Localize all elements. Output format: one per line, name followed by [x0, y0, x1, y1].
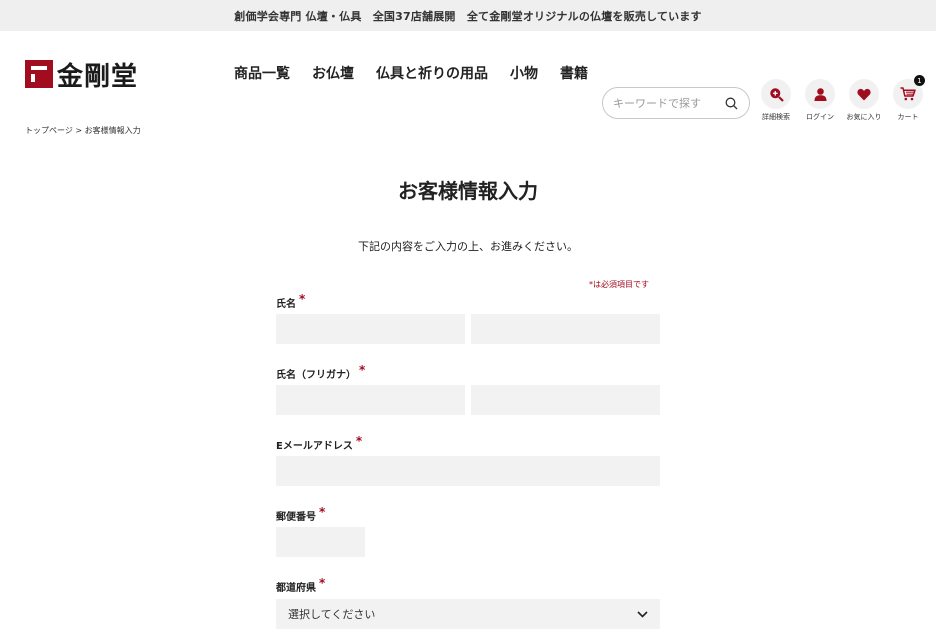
breadcrumb-home-link[interactable]: トップページ [25, 126, 73, 135]
login-label: ログイン [806, 113, 834, 121]
zip-label: 郵便番号 [276, 512, 316, 523]
search-icon[interactable] [723, 95, 739, 111]
name-field-group: 氏名 * [276, 292, 306, 310]
prefecture-select[interactable]: 選択してください [276, 599, 660, 629]
pref-label-row: 都道府県 * [276, 576, 326, 594]
nav-item-accessories[interactable]: 小物 [510, 63, 538, 83]
first-name-kana-input[interactable] [471, 385, 660, 415]
login-button[interactable]: ログイン [802, 79, 838, 122]
first-name-input[interactable] [471, 314, 660, 344]
detail-search-label: 詳細検索 [762, 113, 790, 121]
global-nav: 商品一覧 お仏壇 仏具と祈りの用品 小物 書籍 [234, 63, 588, 83]
email-label-row: Eメールアドレス * [276, 434, 363, 452]
logo-mark-icon [25, 60, 53, 88]
intro-text: 下記の内容をご入力の上、お進みください。 [358, 240, 578, 253]
pref-field-group: 都道府県 * [276, 576, 326, 594]
nav-item-products[interactable]: 商品一覧 [234, 63, 290, 83]
zip-field-group: 郵便番号 * [276, 505, 326, 523]
site-header: 金剛堂 商品一覧 お仏壇 仏具と祈りの用品 小物 書籍 詳細検索 ログイン [0, 31, 936, 121]
email-field-group: Eメールアドレス * [276, 434, 363, 452]
required-mark: * [319, 505, 326, 519]
breadcrumb-separator: > [75, 126, 83, 135]
nav-item-butsudan[interactable]: お仏壇 [312, 63, 354, 83]
announcement-text: 創価学会専門 仏壇・仏具 全国37店舗展開 全て金剛堂オリジナルの仏壇を販売して… [234, 9, 702, 23]
favorites-label: お気に入り [846, 113, 882, 121]
breadcrumb-current: お客様情報入力 [84, 126, 141, 135]
detail-search-icon [761, 79, 791, 109]
cart-count-badge: 1 [914, 75, 925, 86]
nav-item-butsugu[interactable]: 仏具と祈りの用品 [376, 63, 488, 83]
kana-label-row: 氏名（フリガナ） * [276, 363, 366, 381]
search-input[interactable] [613, 96, 723, 110]
detail-search-button[interactable]: 詳細検索 [758, 79, 794, 122]
required-mark: * [319, 576, 326, 590]
name-label: 氏名 [276, 299, 296, 310]
announcement-bar: 創価学会専門 仏壇・仏具 全国37店舗展開 全て金剛堂オリジナルの仏壇を販売して… [0, 0, 936, 31]
site-logo[interactable]: 金剛堂 [25, 56, 138, 92]
heart-icon [849, 79, 879, 109]
header-icons: 詳細検索 ログイン お気に入り 1 カート [758, 75, 926, 122]
kana-label: 氏名（フリガナ） [276, 370, 356, 381]
name-label-row: 氏名 * [276, 292, 306, 310]
kana-field-group: 氏名（フリガナ） * [276, 363, 366, 381]
email-field[interactable] [276, 456, 660, 486]
cart-button[interactable]: 1 カート [890, 75, 926, 122]
cart-label: カート [897, 113, 919, 121]
zip-label-row: 郵便番号 * [276, 505, 326, 523]
required-mark: * [355, 434, 363, 448]
search-box [602, 87, 750, 119]
user-icon [805, 79, 835, 109]
required-mark: * [299, 292, 306, 306]
logo-text: 金剛堂 [57, 61, 139, 92]
nav-item-books[interactable]: 書籍 [560, 63, 588, 83]
favorites-button[interactable]: お気に入り [846, 79, 882, 122]
last-name-kana-input[interactable] [276, 385, 465, 415]
zip-code-input[interactable] [276, 527, 365, 557]
required-note: *は必須項目です [589, 280, 649, 289]
prefecture-select-value: 選択してください [288, 608, 376, 621]
email-label: Eメールアドレス [276, 441, 353, 452]
breadcrumb: トップページ > お客様情報入力 [25, 125, 141, 136]
pref-label: 都道府県 [276, 583, 316, 594]
required-mark: * [359, 363, 366, 377]
last-name-input[interactable] [276, 314, 465, 344]
page-title: お客様情報入力 [398, 179, 538, 203]
chevron-down-icon [637, 608, 648, 621]
